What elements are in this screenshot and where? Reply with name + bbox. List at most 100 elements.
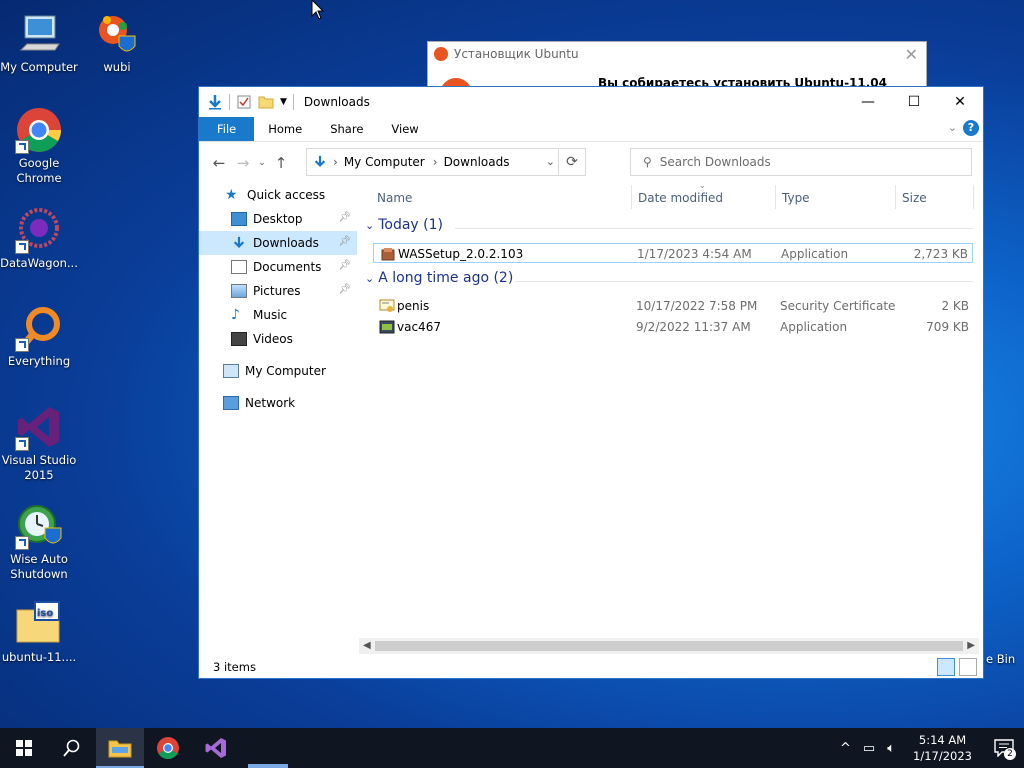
group-header-long-time-ago[interactable]: ⌄ A long time ago (2)	[365, 270, 513, 286]
nav-quick-access[interactable]: ★ Quick access	[199, 183, 357, 207]
taskbar-visual-studio[interactable]	[192, 728, 240, 768]
taskbar-running-indicator	[248, 764, 288, 768]
tab-file[interactable]: File	[199, 117, 255, 141]
column-divider[interactable]	[973, 185, 974, 209]
quick-toolbar-dropdown-icon[interactable]: ▼	[280, 97, 287, 107]
close-button[interactable]: ✕	[937, 87, 983, 117]
ubuntu-installer-titlebar[interactable]: Установщик Ubuntu	[428, 42, 926, 66]
scrollbar-thumb[interactable]	[375, 641, 963, 651]
taskbar: ^ ▭ 🔈︎ 5:14 AM 1/17/2023 2	[0, 728, 1024, 768]
pin-icon[interactable]: 📌︎	[338, 236, 351, 247]
large-icons-view-button[interactable]	[959, 658, 977, 676]
up-button[interactable]: ↑	[269, 154, 293, 172]
nav-label: Pictures	[253, 284, 301, 298]
file-date: 10/17/2022 7:58 PM	[636, 299, 758, 313]
music-note-icon: ♪	[231, 307, 240, 323]
nav-downloads[interactable]: Downloads 📌︎	[199, 231, 357, 255]
address-row: ← → ⌄ ↑ › My Computer › Downloads ⌄ ⟳ ⚲ …	[199, 142, 983, 184]
recycle-bin-label[interactable]: e Bin	[986, 652, 1015, 666]
breadcrumb-my-computer[interactable]: My Computer	[344, 155, 425, 169]
column-divider[interactable]	[775, 185, 776, 209]
search-input[interactable]: Search Downloads	[660, 155, 771, 169]
column-divider[interactable]	[631, 185, 632, 209]
search-button[interactable]	[48, 728, 96, 768]
desktop-icon-datawagon[interactable]: DataWagon...	[0, 206, 78, 271]
horizontal-scrollbar[interactable]: ◀ ▶	[359, 638, 979, 654]
taskbar-chrome[interactable]	[144, 728, 192, 768]
tab-share[interactable]: Share	[316, 117, 377, 141]
pin-icon[interactable]: 📌︎	[338, 284, 351, 295]
nav-pictures[interactable]: Pictures 📌︎	[199, 279, 357, 303]
nav-network[interactable]: Network	[199, 391, 357, 415]
nav-my-computer[interactable]: My Computer	[199, 359, 357, 383]
recent-locations-dropdown-icon[interactable]: ⌄	[255, 158, 269, 168]
minimize-button[interactable]: —	[845, 87, 891, 117]
start-button[interactable]	[0, 728, 48, 768]
column-type[interactable]: Type	[782, 191, 810, 205]
collapse-chevron-icon[interactable]: ⌄	[365, 272, 374, 285]
desktop-icon-everything[interactable]: Everything	[0, 304, 78, 369]
nav-music[interactable]: ♪ Music	[199, 303, 357, 327]
network-icon[interactable]: ▭	[863, 741, 875, 756]
nav-documents[interactable]: Documents 📌︎	[199, 255, 357, 279]
windows-logo-icon	[16, 740, 32, 756]
datawagon-icon	[15, 206, 63, 254]
desktop-icon-label: My Computer	[0, 60, 78, 74]
desktop-icon-wise-auto-shutdown[interactable]: Wise Auto Shutdown	[0, 502, 78, 582]
nav-videos[interactable]: Videos	[199, 327, 357, 351]
ribbon-tabs: File Home Share View ⌄ ?	[199, 117, 983, 142]
column-size[interactable]: Size	[902, 191, 927, 205]
back-button[interactable]: ←	[207, 154, 231, 172]
ubuntu-close-button[interactable]: ✕	[905, 45, 918, 64]
nav-desktop[interactable]: Desktop 📌︎	[199, 207, 357, 231]
tab-view[interactable]: View	[377, 117, 432, 141]
nav-label: My Computer	[245, 364, 326, 378]
breadcrumb-downloads[interactable]: Downloads	[444, 155, 510, 169]
scroll-left-arrow-icon[interactable]: ◀	[363, 638, 371, 654]
collapse-chevron-icon[interactable]: ⌄	[365, 219, 374, 232]
expand-ribbon-chevron-icon[interactable]: ⌄	[948, 121, 957, 134]
file-row[interactable]: WASSetup_2.0.2.103 1/17/2023 4:54 AM App…	[373, 243, 973, 263]
search-box[interactable]: ⚲ Search Downloads	[630, 148, 972, 176]
properties-check-icon[interactable]	[236, 94, 252, 110]
volume-icon[interactable]: 🔈︎	[887, 741, 895, 756]
explorer-window[interactable]: ▼ Downloads — ☐ ✕ File Home Share View ⌄…	[198, 86, 984, 679]
column-date-modified[interactable]: Date modified	[638, 191, 723, 205]
new-folder-icon[interactable]	[258, 94, 274, 110]
search-icon: ⚲	[643, 155, 652, 169]
taskbar-file-explorer[interactable]	[96, 728, 144, 768]
file-type: Application	[780, 320, 848, 334]
visual-studio-icon	[15, 403, 63, 451]
shortcut-arrow-icon	[15, 140, 29, 154]
column-divider[interactable]	[895, 185, 896, 209]
refresh-icon[interactable]: ⟳	[558, 149, 585, 175]
address-dropdown-icon[interactable]: ⌄	[546, 155, 555, 168]
action-center-button[interactable]: 2	[984, 728, 1024, 768]
desktop-icon-my-computer[interactable]: My Computer	[0, 10, 78, 75]
address-bar[interactable]: › My Computer › Downloads ⌄ ⟳	[306, 148, 586, 176]
group-header-today[interactable]: ⌄ Today (1)	[365, 217, 443, 233]
download-arrow-icon	[314, 155, 326, 168]
show-hidden-icons-chevron-icon[interactable]: ^	[840, 741, 851, 756]
explorer-titlebar[interactable]: ▼ Downloads — ☐ ✕	[199, 87, 983, 117]
nav-label: Desktop	[253, 212, 303, 226]
clock[interactable]: 5:14 AM 1/17/2023	[913, 732, 972, 764]
maximize-button[interactable]: ☐	[891, 87, 937, 117]
download-arrow-icon	[209, 95, 221, 110]
forward-button[interactable]: →	[231, 154, 255, 172]
scroll-right-arrow-icon[interactable]: ▶	[967, 638, 975, 654]
pin-icon[interactable]: 📌︎	[338, 212, 351, 223]
nav-label: Music	[253, 308, 288, 322]
tab-home[interactable]: Home	[254, 117, 316, 141]
pin-icon[interactable]: 📌︎	[338, 260, 351, 271]
details-view-button[interactable]	[937, 658, 955, 676]
desktop-icon-visual-studio[interactable]: Visual Studio 2015	[0, 403, 78, 483]
column-name[interactable]: Name	[377, 191, 412, 205]
desktop-icon-google-chrome[interactable]: Google Chrome	[0, 106, 78, 186]
file-row[interactable]: penis 10/17/2022 7:58 PM Security Certif…	[373, 296, 973, 316]
desktop-icon-ubuntu-iso[interactable]: iso ubuntu-11....	[0, 600, 78, 665]
desktop-icon-wubi[interactable]: wubi	[78, 10, 156, 75]
nav-label: Videos	[253, 332, 293, 346]
help-icon[interactable]: ?	[963, 120, 979, 136]
file-row[interactable]: vac467 9/2/2022 11:37 AM Application 709…	[373, 317, 973, 337]
